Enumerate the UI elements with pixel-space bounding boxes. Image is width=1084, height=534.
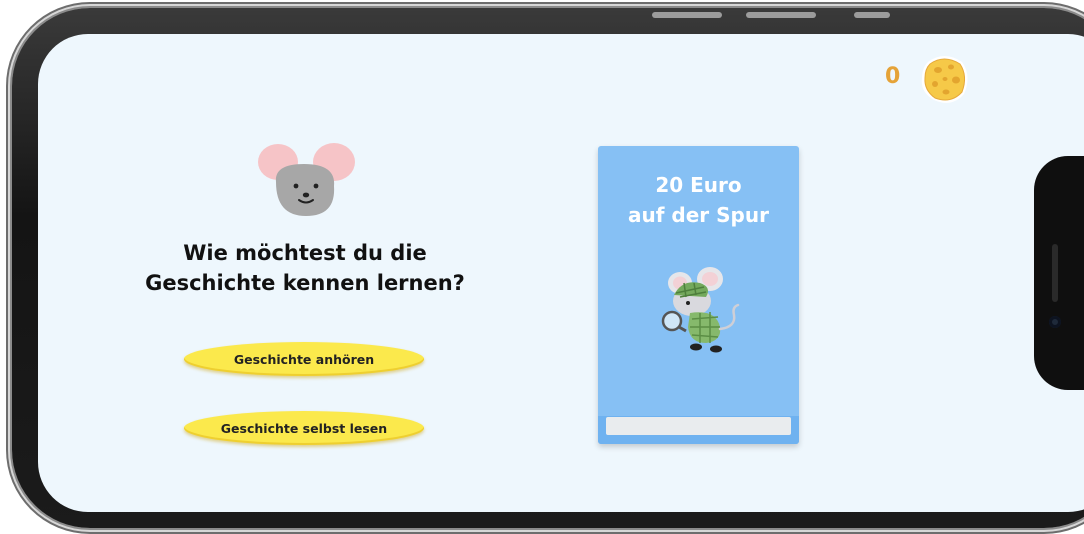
- story-question: Wie möchtest du die Geschichte kennen le…: [130, 238, 480, 298]
- volume-button: [652, 12, 722, 18]
- speaker-icon: [1052, 244, 1058, 302]
- cheese-score: 0: [885, 64, 901, 89]
- camera-icon: [1049, 316, 1061, 328]
- device-notch: [1034, 156, 1084, 390]
- volume-button: [746, 12, 816, 18]
- mouse-mascot-icon: [258, 143, 355, 216]
- question-line-2: Geschichte kennen lernen?: [145, 271, 465, 295]
- cheese-icon: [921, 56, 968, 103]
- book-title-line-2: auf der Spur: [628, 203, 769, 227]
- book-pages: [606, 417, 791, 435]
- question-line-1: Wie möchtest du die: [183, 241, 427, 265]
- detective-mouse-icon: [661, 267, 740, 353]
- listen-story-button[interactable]: Geschichte anhören: [184, 342, 424, 376]
- book-title-line-1: 20 Euro: [655, 173, 742, 197]
- mute-switch: [854, 12, 890, 18]
- book-title: 20 Euro auf der Spur: [598, 170, 799, 230]
- read-story-button[interactable]: Geschichte selbst lesen: [184, 411, 424, 445]
